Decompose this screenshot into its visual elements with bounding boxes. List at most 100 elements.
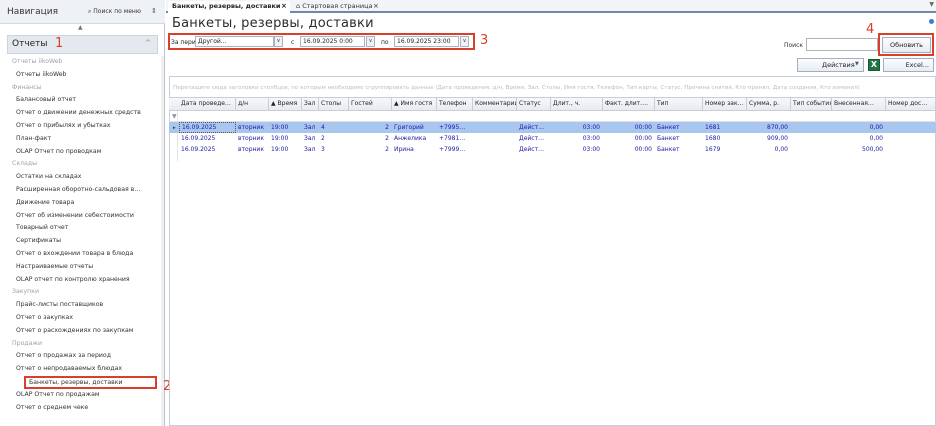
column-header[interactable]: Факт. длит…. <box>603 97 655 111</box>
group-by-panel[interactable]: Перетащите сюда заголовки столбцов, по к… <box>169 83 936 94</box>
nav-item[interactable]: Отчет о прибылях и убытках <box>0 120 160 132</box>
navigation-scrollbar[interactable] <box>161 56 164 426</box>
chevron-down-icon[interactable]: ▼ <box>855 61 859 67</box>
table-cell[interactable]: 03:00 <box>551 122 603 133</box>
column-header[interactable]: Комментарии <box>473 97 517 111</box>
tab-start-page[interactable]: ⌂ Стартовая страница × <box>292 1 384 13</box>
table-cell[interactable]: 03:00 <box>551 144 603 155</box>
column-header[interactable]: ▲ Время <box>269 97 302 111</box>
table-cell[interactable]: 19:00 <box>269 122 302 133</box>
nav-item[interactable]: Товарный отчет <box>0 222 160 234</box>
table-cell[interactable]: +7999… <box>437 144 473 155</box>
table-cell[interactable] <box>473 144 517 155</box>
table-cell[interactable]: 1680 <box>703 133 747 144</box>
nav-item[interactable]: Настраиваемые отчеты <box>0 261 160 273</box>
table-cell[interactable]: 4 <box>319 122 349 133</box>
table-cell[interactable] <box>886 144 936 155</box>
table-cell[interactable]: 00:00 <box>603 144 655 155</box>
table-cell[interactable] <box>473 133 517 144</box>
column-header[interactable]: Внесенная… <box>832 97 886 111</box>
column-header[interactable]: Дата проведе… <box>179 97 236 111</box>
table-cell[interactable]: 16.09.2025 <box>179 144 236 155</box>
search-input[interactable] <box>806 38 878 51</box>
column-header[interactable]: д/н <box>236 97 269 111</box>
table-cell[interactable]: 16.09.2025 <box>179 122 236 133</box>
table-cell[interactable]: 00:00 <box>603 133 655 144</box>
column-header[interactable]: ▲ Имя гостя <box>392 97 437 111</box>
table-cell[interactable]: 03:00 <box>551 133 603 144</box>
column-header[interactable]: Длит., ч. <box>551 97 603 111</box>
table-cell[interactable]: 0,00 <box>747 144 791 155</box>
table-cell[interactable]: Банкет <box>655 144 703 155</box>
column-header[interactable]: Сумма, р. <box>747 97 791 111</box>
table-cell[interactable] <box>473 122 517 133</box>
period-select[interactable]: Другой... <box>195 36 274 47</box>
to-date-input[interactable]: 16.09.2025 23:00 <box>394 36 459 47</box>
table-cell[interactable]: 00:00 <box>603 122 655 133</box>
column-header[interactable]: Столы <box>319 97 349 111</box>
table-cell[interactable]: вторник <box>236 144 269 155</box>
nav-item[interactable]: План-факт <box>0 133 160 145</box>
close-icon[interactable]: × <box>281 1 287 12</box>
table-cell[interactable]: вторник <box>236 133 269 144</box>
table-cell[interactable]: 1679 <box>703 144 747 155</box>
table-cell[interactable]: Банкет <box>655 122 703 133</box>
table-cell[interactable]: 19:00 <box>269 144 302 155</box>
nav-item[interactable]: Отчет о среднем чеке <box>0 402 160 414</box>
table-cell[interactable]: 0,00 <box>832 133 886 144</box>
nav-item[interactable]: Движение товара <box>0 197 160 209</box>
tab-list-dropdown-icon[interactable]: ▼ <box>929 1 934 8</box>
table-cell[interactable]: 16.09.2025 <box>179 133 236 144</box>
table-cell[interactable]: +7981… <box>437 133 473 144</box>
table-cell[interactable]: +7995… <box>437 122 473 133</box>
table-cell[interactable] <box>886 122 936 133</box>
nav-item[interactable]: Отчет о продажах за период <box>0 350 160 362</box>
collapse-arrow-icon[interactable]: ▲ <box>78 24 83 31</box>
column-header[interactable]: Зал <box>302 97 319 111</box>
table-cell[interactable]: 2 <box>349 133 392 144</box>
table-cell[interactable]: Зал <box>302 122 319 133</box>
nav-item[interactable]: OLAP Отчет по продажам <box>0 389 160 401</box>
table-cell[interactable]: Банкет <box>655 133 703 144</box>
nav-item[interactable]: Прайс-листы поставщиков <box>0 299 160 311</box>
column-header[interactable]: Номер дос… <box>886 97 936 111</box>
table-cell[interactable]: Анжелика <box>392 133 437 144</box>
table-cell[interactable]: 500,00 <box>832 144 886 155</box>
table-cell[interactable]: 19:00 <box>269 133 302 144</box>
refresh-button[interactable]: Обновить <box>882 37 931 53</box>
nav-item[interactable]: Расширенная оборотно-сальдовая в… <box>0 184 160 196</box>
table-cell[interactable] <box>791 144 832 155</box>
table-cell[interactable]: Дейст… <box>517 122 551 133</box>
column-header[interactable]: Статус <box>517 97 551 111</box>
menu-search-link[interactable]: ⌕ Поиск по меню <box>88 8 141 16</box>
table-cell[interactable]: 2 <box>319 133 349 144</box>
table-cell[interactable]: 2 <box>349 122 392 133</box>
nav-item[interactable]: Отчеты iikoWeb <box>0 69 160 81</box>
table-cell[interactable]: Дейст… <box>517 144 551 155</box>
to-date-dropdown-icon[interactable]: ∨ <box>460 36 469 47</box>
tab-banquets[interactable]: Банкеты, резервы, доставки × <box>168 1 290 13</box>
column-header[interactable]: Гостей <box>349 97 392 111</box>
nav-item[interactable]: Балансовый отчет <box>0 94 160 106</box>
nav-item[interactable]: Сертификаты <box>0 235 160 247</box>
filter-icon[interactable]: ▼ <box>172 113 177 120</box>
nav-item[interactable]: Отчет о расхождениях по закупкам <box>0 325 160 337</box>
column-header[interactable]: Тип <box>655 97 703 111</box>
section-header-reports[interactable]: Отчеты ^ <box>7 35 158 54</box>
nav-item[interactable]: OLAP отчет по контролю хранения <box>0 274 160 286</box>
nav-item[interactable]: OLAP Отчет по проводкам <box>0 146 160 158</box>
table-cell[interactable] <box>886 133 936 144</box>
actions-button[interactable]: Действия <box>797 58 864 72</box>
nav-item[interactable]: Отчет о закупках <box>0 312 160 324</box>
column-header[interactable]: Телефон <box>437 97 473 111</box>
table-cell[interactable]: 2 <box>349 144 392 155</box>
table-cell[interactable]: Григорий <box>392 122 437 133</box>
table-cell[interactable]: 1681 <box>703 122 747 133</box>
nav-item-selected[interactable]: Банкеты, резервы, доставки <box>24 376 157 389</box>
table-cell[interactable]: Зал <box>302 133 319 144</box>
nav-item[interactable]: Остатки на складах <box>0 171 160 183</box>
table-cell[interactable]: 870,00 <box>747 122 791 133</box>
table-cell[interactable]: 3 <box>319 144 349 155</box>
table-cell[interactable] <box>791 122 832 133</box>
table-cell[interactable]: 909,00 <box>747 133 791 144</box>
